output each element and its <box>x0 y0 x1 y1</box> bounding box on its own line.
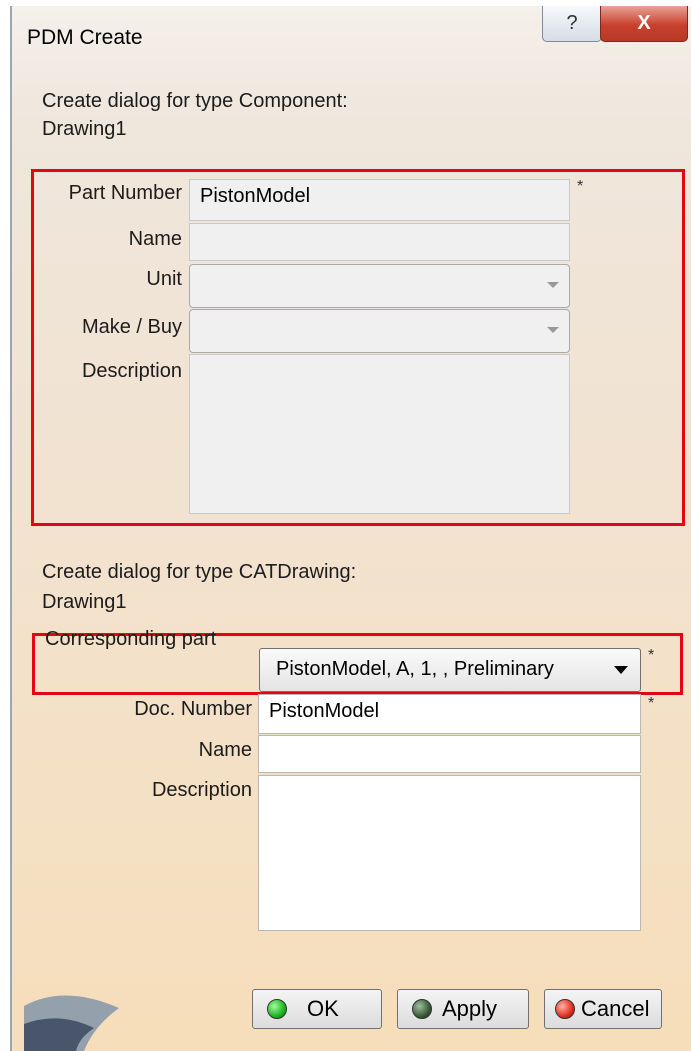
name-input[interactable] <box>189 223 570 261</box>
drawing-name-label: Name <box>198 739 252 761</box>
corresponding-part-dropdown[interactable]: PistonModel, A, 1, , Preliminary <box>259 648 641 692</box>
make-buy-combo[interactable] <box>189 309 570 353</box>
ok-icon <box>267 999 287 1019</box>
make-buy-label: Make / Buy <box>81 316 182 338</box>
cancel-button[interactable]: Cancel <box>544 989 662 1029</box>
close-button[interactable]: X <box>600 6 688 42</box>
name-label: Name <box>128 228 182 250</box>
part-number-label: Part Number <box>68 182 182 204</box>
required-mark: * <box>577 178 584 195</box>
description-label: Description <box>81 360 182 382</box>
pdm-create-dialog: PDM Create ? X Create dialog for type Co… <box>10 6 691 1051</box>
close-icon: X <box>637 12 651 34</box>
cancel-icon <box>555 999 575 1019</box>
apply-label: Apply <box>442 996 498 1021</box>
corresponding-part-value: PistonModel, A, 1, , Preliminary <box>276 658 554 680</box>
chevron-down-icon <box>614 666 628 674</box>
decorative-globe-art <box>24 995 119 1051</box>
chevron-down-icon <box>547 327 559 333</box>
doc-number-label: Doc. Number <box>134 698 252 720</box>
title-bar: PDM Create ? X <box>12 6 691 64</box>
required-mark: * <box>648 647 655 664</box>
help-button[interactable]: ? <box>542 6 602 42</box>
ok-button[interactable]: OK <box>252 989 382 1029</box>
doc-number-value: PistonModel <box>269 700 380 722</box>
unit-combo[interactable] <box>189 264 570 308</box>
part-number-input[interactable]: PistonModel <box>189 179 570 221</box>
component-subheading: Drawing1 <box>42 118 127 140</box>
help-icon: ? <box>566 12 578 34</box>
chevron-down-icon <box>547 282 559 288</box>
window-title: PDM Create <box>27 26 143 49</box>
cancel-label: Cancel <box>581 996 650 1021</box>
apply-button[interactable]: Apply <box>397 989 529 1029</box>
component-heading: Create dialog for type Component: <box>42 90 348 112</box>
drawing-subheading: Drawing1 <box>42 591 127 613</box>
corresponding-part-label: Corresponding part <box>45 628 217 650</box>
apply-icon <box>412 999 432 1019</box>
unit-label: Unit <box>146 268 182 290</box>
required-mark: * <box>648 695 655 712</box>
drawing-name-input[interactable] <box>258 735 641 773</box>
drawing-description-textarea[interactable] <box>258 775 641 931</box>
ok-label: OK <box>307 996 339 1021</box>
drawing-heading: Create dialog for type CATDrawing: <box>42 561 357 583</box>
description-textarea[interactable] <box>189 354 570 514</box>
drawing-description-label: Description <box>151 779 252 801</box>
part-number-value: PistonModel <box>200 185 311 207</box>
doc-number-input[interactable]: PistonModel <box>258 694 641 734</box>
